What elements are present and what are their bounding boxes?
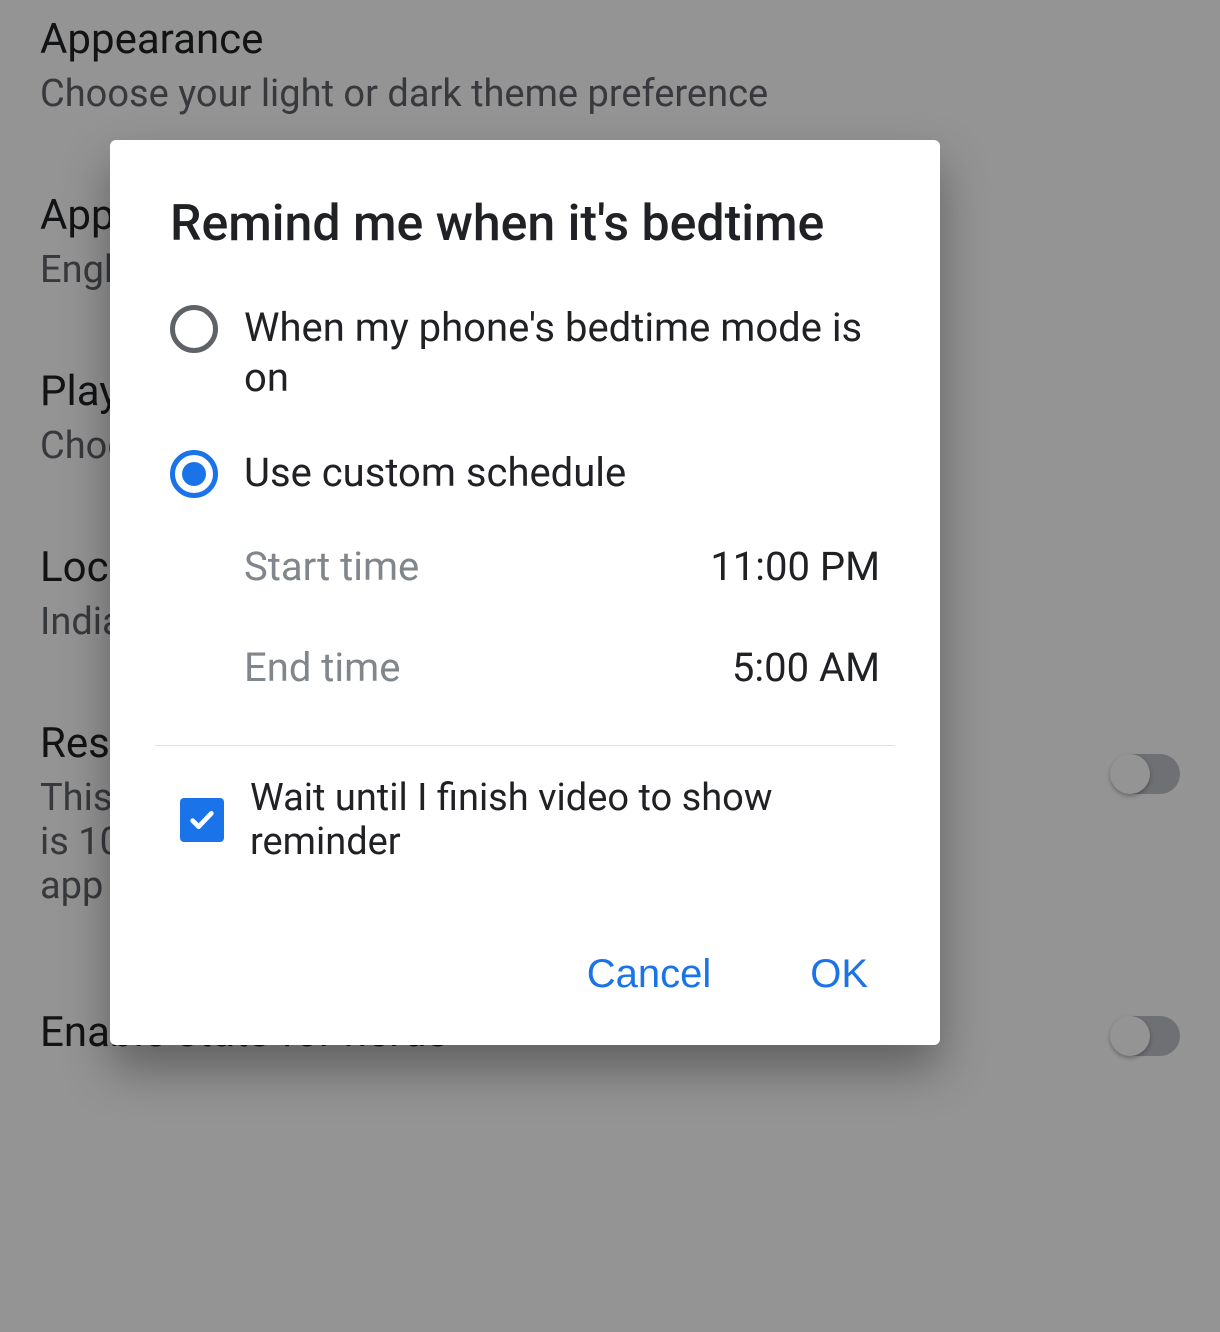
checkbox-label: Wait until I finish video to show remind… [250, 776, 880, 864]
checkbox-checked-icon [180, 798, 224, 842]
radio-option-custom-schedule[interactable]: Use custom schedule [110, 448, 940, 498]
radio-checked-icon [170, 450, 218, 498]
start-time-row[interactable]: Start time 11:00 PM [110, 543, 940, 590]
start-time-label: Start time [244, 543, 419, 590]
start-time-value: 11:00 PM [710, 543, 880, 590]
dialog-button-row: Cancel OK [110, 944, 940, 1005]
radio-option-bedtime-mode[interactable]: When my phone's bedtime mode is on [110, 303, 940, 403]
radio-label: Use custom schedule [244, 448, 626, 498]
divider [155, 745, 895, 746]
radio-unchecked-icon [170, 305, 218, 353]
cancel-button[interactable]: Cancel [575, 944, 724, 1005]
bedtime-reminder-dialog: Remind me when it's bedtime When my phon… [110, 140, 940, 1045]
wait-finish-checkbox-row[interactable]: Wait until I finish video to show remind… [110, 776, 940, 864]
radio-label: When my phone's bedtime mode is on [244, 303, 880, 403]
end-time-value: 5:00 AM [732, 644, 880, 691]
dialog-title: Remind me when it's bedtime [110, 195, 940, 253]
ok-button[interactable]: OK [798, 944, 880, 1005]
end-time-row[interactable]: End time 5:00 AM [110, 644, 940, 691]
end-time-label: End time [244, 644, 400, 691]
